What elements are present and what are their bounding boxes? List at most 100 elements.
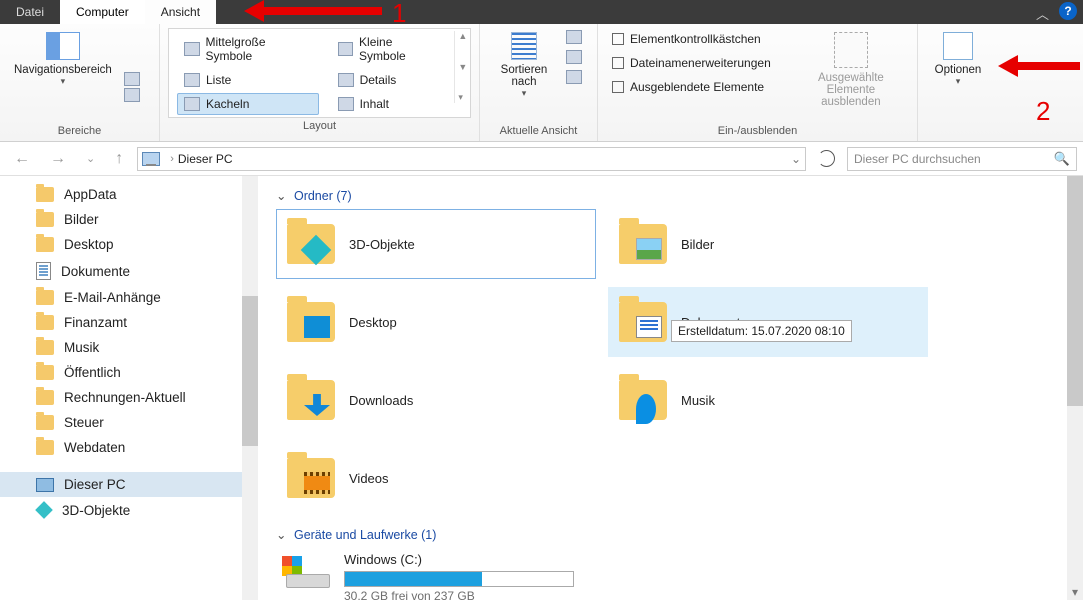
tree-item-steuer[interactable]: Steuer xyxy=(0,410,258,435)
group-label-currentview: Aktuelle Ansicht xyxy=(488,123,589,139)
options-button[interactable]: Optionen ▾ xyxy=(926,28,990,91)
layout-details[interactable]: Details xyxy=(331,69,447,91)
section-folders-header[interactable]: ⌄ Ordner (7) xyxy=(272,184,1083,209)
checkbox-file-extensions[interactable]: Dateinamenerweiterungen xyxy=(612,54,771,72)
desk-overlay-icon xyxy=(304,316,330,338)
tree-item-musik[interactable]: Musik xyxy=(0,335,258,360)
hide-selected-button: Ausgewählte Elemente ausblenden xyxy=(793,28,909,112)
tree-item-appdata[interactable]: AppData xyxy=(0,182,258,207)
layout-list[interactable]: Liste xyxy=(177,69,319,91)
checkbox-item-checkboxes[interactable]: Elementkontrollkästchen xyxy=(612,30,771,48)
folder-icon xyxy=(619,224,667,264)
cube-overlay-icon xyxy=(301,235,332,266)
collapse-ribbon-icon[interactable]: ︿ xyxy=(1036,4,1049,23)
tree-item-label: Dieser PC xyxy=(64,477,126,492)
tab-file[interactable]: Datei xyxy=(0,0,60,24)
drive-c[interactable]: Windows (C:) 30,2 GB frei von 237 GB xyxy=(272,548,1083,600)
folder-icon xyxy=(619,302,667,342)
checkbox-hidden-label: Ausgeblendete Elemente xyxy=(630,80,764,94)
annotation-number-2: 2 xyxy=(1036,96,1050,127)
tree-item-label: Steuer xyxy=(64,415,104,430)
tree-item-bilder[interactable]: Bilder xyxy=(0,207,258,232)
breadcrumb-root[interactable]: Dieser PC xyxy=(178,152,233,166)
search-input[interactable]: Dieser PC durchsuchen 🔍 xyxy=(847,147,1077,171)
layout-content[interactable]: Inhalt xyxy=(331,93,447,115)
tile-bilder[interactable]: Bilder xyxy=(608,209,928,279)
group-label-areas: Bereiche xyxy=(8,123,151,139)
folder-icon xyxy=(287,380,335,420)
checkbox-icon xyxy=(612,57,624,69)
sort-button[interactable]: Sortieren nach ▾ xyxy=(488,28,560,103)
tree-item-3d-objekte[interactable]: 3D-Objekte xyxy=(0,497,258,523)
tree-item-label: Finanzamt xyxy=(64,315,127,330)
folder-icon xyxy=(36,365,54,380)
tile-musik[interactable]: Musik xyxy=(608,365,928,435)
layout-medium-icons[interactable]: Mittelgroße Symbole xyxy=(177,31,319,67)
tree-item--ffentlich[interactable]: Öffentlich xyxy=(0,360,258,385)
folder-icon xyxy=(36,390,54,405)
sort-label: Sortieren nach xyxy=(494,64,554,88)
address-bar[interactable]: › Dieser PC ⌄ xyxy=(137,147,806,171)
details-pane-icon[interactable] xyxy=(124,88,140,102)
help-icon[interactable]: ? xyxy=(1059,2,1077,20)
tile-label: 3D-Objekte xyxy=(349,237,415,252)
tree-item-label: Öffentlich xyxy=(64,365,121,380)
ribbon: Navigationsbereich ▾ Bereiche Mittelgroß… xyxy=(0,24,1083,142)
scroll-down-icon[interactable]: ▾ xyxy=(1067,584,1083,600)
navigation-pane-label: Navigationsbereich xyxy=(14,64,112,76)
layout-tiles[interactable]: Kacheln xyxy=(177,93,319,115)
tree-item-label: 3D-Objekte xyxy=(62,503,130,518)
layout-small-icons[interactable]: Kleine Symbole xyxy=(331,31,447,67)
folder-icon xyxy=(287,224,335,264)
layout-small-label: Kleine Symbole xyxy=(359,35,439,63)
group-by-icon[interactable] xyxy=(566,30,582,44)
address-dropdown-icon[interactable]: ⌄ xyxy=(791,152,801,166)
tab-view[interactable]: Ansicht xyxy=(145,0,216,24)
section-drives-title: Geräte und Laufwerke (1) xyxy=(294,528,436,542)
preview-pane-icon[interactable] xyxy=(124,72,140,86)
tile-desktop[interactable]: Desktop xyxy=(276,287,596,357)
tree-item-desktop[interactable]: Desktop xyxy=(0,232,258,257)
layout-content-label: Inhalt xyxy=(360,97,389,111)
nav-forward-icon[interactable]: → xyxy=(44,150,72,168)
nav-recent-icon[interactable]: ⌄ xyxy=(80,152,101,165)
content-scrollbar-thumb[interactable] xyxy=(1067,176,1083,406)
chevron-down-icon: ▾ xyxy=(956,76,961,87)
tile-videos[interactable]: Videos xyxy=(276,443,596,513)
drive-label: Windows (C:) xyxy=(344,552,574,567)
tree-item-dokumente[interactable]: Dokumente xyxy=(0,257,258,285)
tree-item-rechnungen-aktuell[interactable]: Rechnungen-Aktuell xyxy=(0,385,258,410)
section-drives-header[interactable]: ⌄ Geräte und Laufwerke (1) xyxy=(272,523,1083,548)
tile-downloads[interactable]: Downloads xyxy=(276,365,596,435)
folder-icon xyxy=(36,315,54,330)
hide-selected-icon xyxy=(834,32,868,68)
content-icon xyxy=(338,97,354,111)
checkbox-ext-label: Dateinamenerweiterungen xyxy=(630,56,771,70)
navigation-pane-button[interactable]: Navigationsbereich ▾ xyxy=(8,28,118,91)
tile-3d-objekte[interactable]: 3D-Objekte xyxy=(276,209,596,279)
add-columns-icon[interactable] xyxy=(566,50,582,64)
nav-back-icon[interactable]: ← xyxy=(8,150,36,168)
tile-dokumente[interactable]: DokumenteErstelldatum: 15.07.2020 08:10 xyxy=(608,287,928,357)
tree-scrollbar-thumb[interactable] xyxy=(242,296,258,446)
tree-item-webdaten[interactable]: Webdaten xyxy=(0,435,258,460)
tiles-icon xyxy=(184,97,200,111)
tree-item-dieser-pc[interactable]: Dieser PC xyxy=(0,472,258,497)
tree-item-finanzamt[interactable]: Finanzamt xyxy=(0,310,258,335)
details-icon xyxy=(338,73,354,87)
tab-computer[interactable]: Computer xyxy=(60,0,145,24)
folder-icon xyxy=(36,340,54,355)
tree-item-label: Bilder xyxy=(64,212,99,227)
pic-overlay-icon xyxy=(636,238,662,260)
tree-item-e-mail-anh-nge[interactable]: E-Mail-Anhänge xyxy=(0,285,258,310)
tile-label: Downloads xyxy=(349,393,413,408)
nav-up-icon[interactable]: ↑ xyxy=(109,150,129,168)
checkbox-hidden-items[interactable]: Ausgeblendete Elemente xyxy=(612,78,771,96)
options-icon xyxy=(943,32,973,60)
size-columns-icon[interactable] xyxy=(566,70,582,84)
layout-tiles-label: Kacheln xyxy=(206,97,249,111)
refresh-icon[interactable] xyxy=(818,150,835,167)
small-icons-icon xyxy=(338,42,353,56)
layout-gallery-scroll[interactable]: ▲▼▾ xyxy=(454,31,468,103)
checkbox-icon xyxy=(612,33,624,45)
